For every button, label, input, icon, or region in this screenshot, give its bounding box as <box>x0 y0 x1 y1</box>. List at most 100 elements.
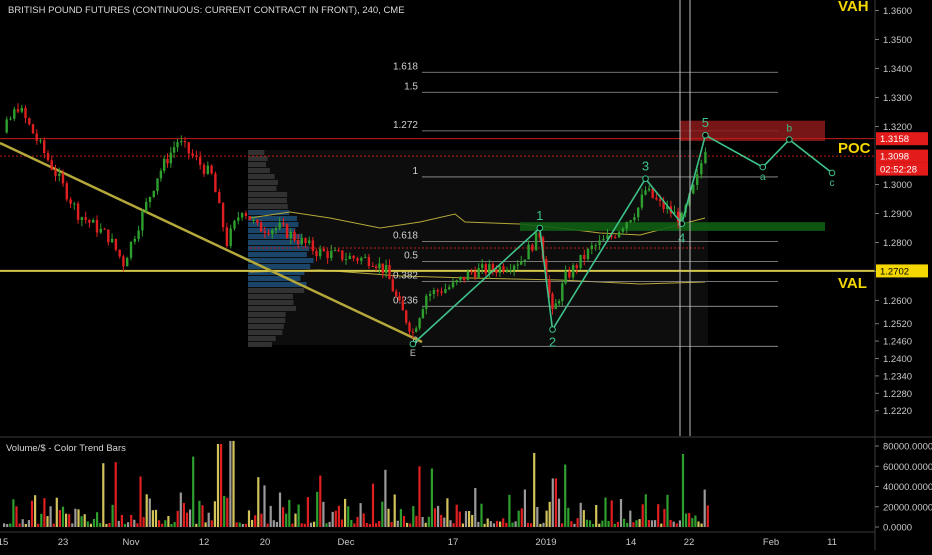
fib-level-label: 1.618 <box>393 61 418 72</box>
candle-body <box>617 231 621 238</box>
volume-bar <box>344 498 347 527</box>
volume-bar <box>595 505 598 527</box>
volume-bar <box>365 523 368 527</box>
candle-body <box>73 203 76 205</box>
candle-body <box>319 248 322 257</box>
candle-body <box>374 266 378 269</box>
candle-body <box>436 290 439 292</box>
volume-bar <box>678 520 681 527</box>
volume-bar <box>502 518 505 527</box>
candle-body <box>95 219 99 233</box>
price-chart[interactable]: 1.6181.51.27210.6180.50.3820.2360 E12345… <box>0 0 932 550</box>
price-tick-label: 1.3200 <box>883 122 912 133</box>
volume-bar <box>539 523 542 527</box>
volume-bar <box>654 520 657 527</box>
volume-bar <box>691 518 694 527</box>
candle-body <box>459 276 462 281</box>
candle-body <box>571 265 575 278</box>
candle-body <box>84 217 87 220</box>
candle-body <box>384 265 388 273</box>
volume-bar <box>443 517 446 527</box>
volume-bar <box>207 512 210 527</box>
candle-body <box>425 295 428 310</box>
candle-body <box>512 265 516 271</box>
candle-body <box>88 219 91 223</box>
volume-bar <box>282 507 285 527</box>
candle-body <box>388 265 391 280</box>
volume-bar <box>142 517 145 527</box>
volume-bar <box>61 506 65 527</box>
support-zone <box>520 222 825 231</box>
volume-bar <box>80 516 83 527</box>
volume-bar <box>24 524 27 527</box>
volume-bar <box>616 521 619 527</box>
volume-bar <box>232 440 235 527</box>
volume-bar <box>161 523 164 527</box>
volume-bar <box>151 510 154 527</box>
candle-body <box>172 147 176 153</box>
volume-bar <box>120 515 123 527</box>
candle-body <box>629 220 632 223</box>
price-tick-label: 1.2220 <box>883 406 912 417</box>
volume-bar <box>567 507 570 527</box>
volume-bar <box>247 510 251 527</box>
volume-bar <box>644 494 647 527</box>
candle-body <box>647 188 651 191</box>
volume-bar <box>629 510 632 527</box>
candle-body <box>337 250 340 252</box>
volume-profile-bar <box>248 162 266 167</box>
candle-body <box>145 202 148 212</box>
time-tick-label: 23 <box>58 537 69 548</box>
volume-bar <box>468 511 471 527</box>
candle-body <box>696 174 699 185</box>
fib-level-label: 0.382 <box>393 271 418 282</box>
candle-body <box>237 217 240 221</box>
volume-tick-label: 0.0000 <box>883 523 912 534</box>
candle-body <box>110 238 114 243</box>
volume-bar <box>449 520 452 527</box>
candle-body <box>523 259 527 262</box>
volume-indicator-title: Volume/$ - Color Trend Bars <box>6 443 126 454</box>
volume-bar <box>173 522 176 527</box>
candle-body <box>126 257 129 267</box>
price-tick-label: 1.3600 <box>883 6 912 17</box>
candle-body <box>432 290 436 294</box>
candle-body <box>43 140 46 153</box>
volume-bar <box>195 523 198 527</box>
volume-bar <box>40 513 43 527</box>
volume-bar <box>260 513 263 527</box>
candle-body <box>107 229 110 243</box>
volume-bar <box>167 516 170 527</box>
candle-body <box>202 164 206 174</box>
volume-bar <box>582 510 585 527</box>
volume-profile-bar <box>248 318 286 323</box>
candle-body <box>651 188 654 198</box>
volume-bar <box>626 522 629 527</box>
candle-body <box>598 240 601 246</box>
candle-body <box>498 266 502 273</box>
volume-bar <box>114 462 117 527</box>
volume-profile-bar <box>248 150 265 155</box>
volume-bar <box>133 519 136 527</box>
volume-bar <box>241 524 244 527</box>
volume-profile-bar <box>248 330 283 335</box>
fib-level-label: 1 <box>412 166 418 177</box>
volume-bar <box>672 521 675 527</box>
candle-body <box>411 331 415 333</box>
volume-bar <box>495 520 499 527</box>
volume-bar <box>638 519 641 527</box>
volume-bar <box>694 515 697 527</box>
candle-body <box>614 237 617 239</box>
volume-bar <box>613 523 616 527</box>
volume-bar <box>278 492 282 527</box>
candle-body <box>554 303 557 310</box>
candle-body <box>405 310 408 323</box>
candle-body <box>80 217 84 220</box>
volume-bar <box>623 518 626 527</box>
candle-body <box>463 276 466 281</box>
volume-bar <box>319 475 322 527</box>
time-tick-label: 14 <box>626 537 637 548</box>
volume-bar <box>371 483 375 527</box>
candle-body <box>505 270 509 272</box>
candle-body <box>640 194 644 208</box>
